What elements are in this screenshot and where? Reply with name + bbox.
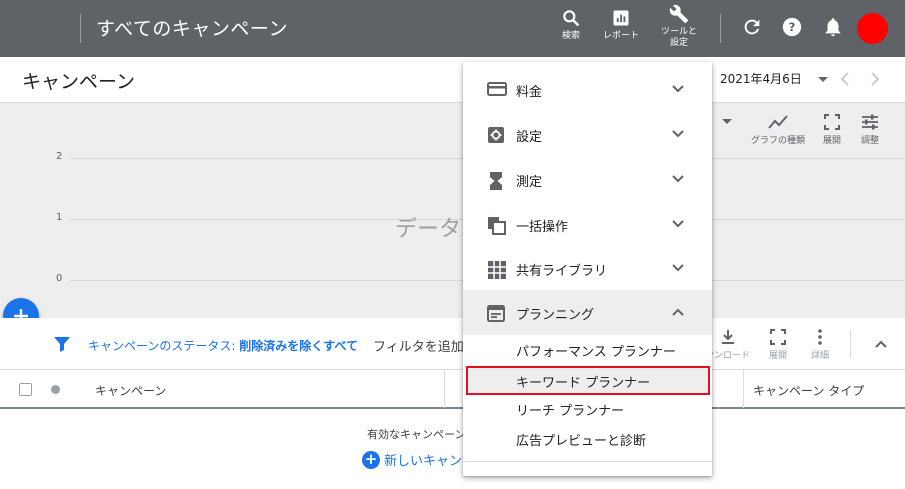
chart-area: 2 1 0 データ グラフの種類 展開 調整	[0, 103, 905, 318]
report-button[interactable]: レポート	[603, 8, 639, 42]
copy-icon	[488, 217, 506, 235]
page-heading: すべてのキャンペーン	[96, 18, 288, 40]
submenu-reach-planner[interactable]: リーチ プランナー	[516, 400, 624, 419]
menu-item-planning[interactable]: プランニング	[463, 290, 712, 335]
metric-dropdown-caret-icon[interactable]	[722, 119, 732, 124]
chevron-left-icon[interactable]	[838, 70, 852, 88]
chevron-up-icon[interactable]	[873, 338, 889, 350]
download-icon	[721, 330, 734, 344]
menu-item-settings[interactable]: 設定	[463, 112, 712, 157]
help-icon[interactable]: ?	[781, 16, 803, 38]
add-circle-icon: +	[362, 450, 380, 469]
y-tick: 1	[56, 212, 63, 223]
menu-divider	[463, 461, 712, 462]
svg-text:?: ?	[789, 20, 796, 34]
card-icon	[487, 82, 507, 96]
column-header-campaign[interactable]: キャンペーン	[95, 382, 166, 399]
submenu-performance-planner[interactable]: パフォーマンス プランナー	[516, 341, 676, 360]
search-icon	[563, 10, 579, 26]
chart-adjust-label: 調整	[860, 136, 879, 146]
menu-item-bulk-actions[interactable]: 一括操作	[463, 202, 712, 247]
menu-item-label: 共有ライブラリ	[516, 264, 608, 279]
date-caret-icon[interactable]	[818, 77, 828, 82]
tools-label-line2: 設定	[670, 38, 689, 48]
column-header-campaign-type[interactable]: キャンペーン タイプ	[753, 382, 864, 399]
select-all-checkbox[interactable]	[19, 383, 32, 396]
y-tick: 2	[56, 151, 63, 162]
tune-icon	[862, 114, 878, 130]
avatar[interactable]	[857, 13, 888, 44]
menu-item-measurement[interactable]: 測定	[463, 157, 712, 202]
chevron-up-icon	[672, 308, 684, 316]
menu-item-label: 測定	[516, 175, 543, 190]
chart-adjust-button[interactable]: 調整	[860, 113, 880, 146]
table-header: キャンペーン キャンペーン タイプ	[0, 370, 905, 409]
new-campaign-link[interactable]: + 新しいキャン	[362, 450, 462, 469]
campaign-status-filter[interactable]: キャンペーンのステータス: 削除済みを除くすべて	[88, 337, 358, 354]
column-separator	[743, 370, 744, 408]
chart-expand-label: 展開	[823, 136, 842, 146]
tools-settings-menu: 料金 設定 測定 一括操作 共有ライブラリ プランニング パフォーマンス プラン…	[463, 62, 712, 476]
search-label: 検索	[561, 31, 580, 41]
search-button[interactable]: 検索	[561, 8, 581, 42]
submenu-keyword-planner[interactable]: キーワード プランナー	[466, 366, 710, 395]
menu-item-label: 料金	[516, 85, 543, 100]
chevron-down-icon	[672, 130, 684, 138]
toolbar-separator	[850, 330, 851, 358]
status-filter-value: 削除済みを除くすべて	[239, 339, 358, 353]
status-filter-prefix: キャンペーンのステータス:	[88, 339, 240, 353]
chart-type-button[interactable]: グラフの種類	[751, 113, 805, 146]
menu-item-label: プランニング	[516, 308, 595, 323]
hourglass-icon	[490, 172, 502, 190]
sub-header: キャンペーン 2021年4月6日	[0, 57, 905, 103]
tools-label-line1: ツールと	[661, 27, 698, 37]
more-details-button[interactable]: 詳細	[811, 328, 829, 361]
table-expand-label: 展開	[769, 351, 788, 361]
chevron-down-icon	[672, 175, 684, 183]
gear-icon	[488, 127, 504, 143]
menu-item-label: 設定	[516, 130, 543, 145]
more-details-label: 詳細	[811, 351, 830, 361]
chart-type-label: グラフの種類	[751, 136, 806, 146]
tools-settings-button[interactable]: ツールと 設定	[661, 4, 697, 49]
top-bar: すべてのキャンペーン 検索 レポート ツールと 設定 ?	[0, 0, 905, 57]
date-range[interactable]: 2021年4月6日	[720, 70, 802, 87]
filter-row: キャンペーンのステータス: 削除済みを除くすべて フィルタを追加 ウンロード 展…	[0, 318, 905, 370]
menu-item-label: 一括操作	[516, 220, 569, 235]
y-tick: 0	[56, 273, 63, 284]
empty-table-message: 有効なキャンペーン	[367, 428, 466, 441]
fullscreen-icon	[824, 114, 840, 130]
page-title: キャンペーン	[22, 71, 136, 93]
topbar-separator	[720, 14, 721, 43]
wrench-icon	[669, 4, 689, 24]
report-label: レポート	[603, 31, 640, 41]
refresh-icon[interactable]	[741, 16, 763, 38]
menu-item-billing[interactable]: 料金	[463, 67, 712, 112]
bell-icon[interactable]	[822, 16, 844, 38]
menu-item-shared-library[interactable]: 共有ライブラリ	[463, 246, 712, 291]
submenu-keyword-planner-label: キーワード プランナー	[516, 376, 651, 391]
trend-line-icon	[768, 115, 788, 129]
filter-icon[interactable]	[53, 336, 71, 352]
topbar-divider	[80, 14, 81, 43]
add-filter-button[interactable]: フィルタを追加	[373, 336, 464, 355]
table-expand-button[interactable]: 展開	[769, 328, 787, 361]
report-icon	[613, 10, 629, 26]
grid-icon	[488, 261, 506, 279]
chevron-down-icon	[672, 85, 684, 93]
chevron-right-icon[interactable]	[868, 70, 882, 88]
new-campaign-label: 新しいキャン	[384, 454, 463, 469]
column-separator	[444, 370, 445, 408]
chevron-down-icon	[672, 264, 684, 272]
calendar-icon	[487, 305, 505, 322]
chart-empty-message: データ	[395, 217, 462, 242]
fullscreen-icon	[770, 329, 786, 345]
more-vert-icon	[818, 329, 822, 345]
status-dot-icon	[51, 385, 60, 394]
chart-expand-button[interactable]: 展開	[823, 113, 841, 146]
submenu-ad-preview-diagnosis[interactable]: 広告プレビューと診断	[516, 430, 646, 449]
chevron-down-icon	[672, 220, 684, 228]
